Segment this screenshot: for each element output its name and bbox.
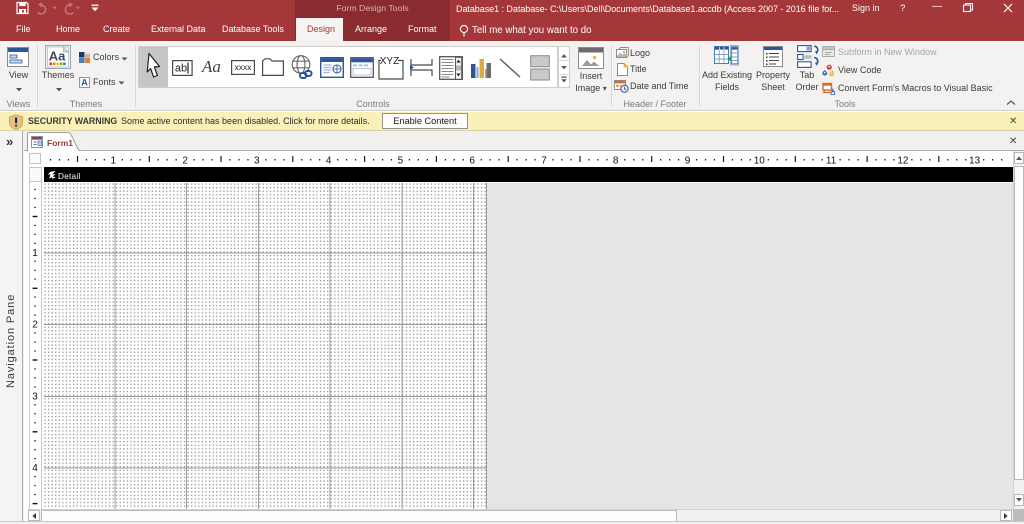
svg-text:2: 2 bbox=[32, 320, 38, 331]
svg-text:1: 1 bbox=[32, 248, 38, 259]
svg-text:2: 2 bbox=[182, 156, 188, 167]
svg-text:Aa: Aa bbox=[49, 49, 66, 64]
svg-text:13: 13 bbox=[969, 156, 981, 167]
svg-text:3: 3 bbox=[32, 391, 38, 402]
svg-text:5: 5 bbox=[398, 156, 404, 167]
svg-text:xxxx: xxxx bbox=[235, 62, 253, 72]
svg-text:4: 4 bbox=[326, 156, 332, 167]
svg-text:7: 7 bbox=[541, 156, 547, 167]
svg-text:11: 11 bbox=[826, 156, 837, 167]
svg-text:1: 1 bbox=[111, 156, 117, 167]
svg-text:XYZ: XYZ bbox=[380, 56, 399, 67]
svg-text:ab: ab bbox=[175, 63, 187, 75]
svg-text:10: 10 bbox=[754, 156, 766, 167]
svg-text:6: 6 bbox=[469, 156, 475, 167]
svg-text:9: 9 bbox=[685, 156, 691, 167]
svg-text:3: 3 bbox=[254, 156, 260, 167]
svg-text:4: 4 bbox=[32, 463, 38, 474]
svg-text:A: A bbox=[81, 77, 88, 87]
svg-text:8: 8 bbox=[613, 156, 619, 167]
svg-text:12: 12 bbox=[897, 156, 909, 167]
